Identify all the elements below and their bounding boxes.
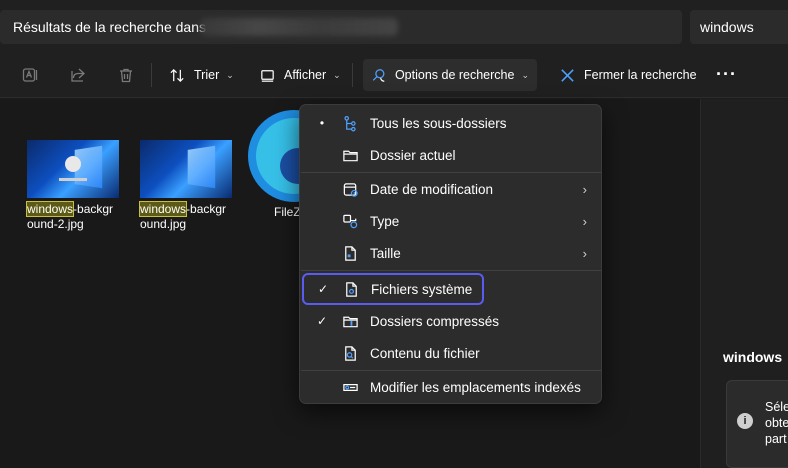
menu-item-file-contents[interactable]: Contenu du fichier [300,337,603,369]
address-bar[interactable]: Résultats de la recherche dans [0,10,682,44]
rename-icon[interactable] [19,64,41,86]
check-icon: ✓ [317,282,329,296]
command-bar: Trier ⌄ Afficher ⌄ Options de recherche … [0,52,788,98]
menu-item-system-files[interactable]: ✓ Fichiers système [302,273,484,305]
toolbar-separator [151,63,152,87]
selected-dot: • [319,116,325,130]
info-icon: i [737,413,753,429]
menu-item-type[interactable]: Type › [300,205,603,237]
sort-icon [170,68,184,82]
system-file-icon [342,280,360,298]
menu-item-compressed-folders[interactable]: ✓ Dossiers compressés [300,305,603,337]
type-icon [341,212,359,230]
file-name: windows-background.jpg [138,201,227,231]
menu-item-size[interactable]: Taille › [300,237,603,269]
view-button[interactable]: Afficher ⌄ [251,59,349,91]
chevron-down-icon: ⌄ [226,69,234,80]
file-size-icon [341,244,359,262]
menu-separator [301,270,602,271]
menu-item-date-modified[interactable]: Date de modification › [300,173,603,205]
file-name: FileZ [274,205,301,219]
info-text: Séle obte part [765,400,788,446]
close-search-button[interactable]: Fermer la recherche [551,59,705,91]
address-row: Résultats de la recherche dans windows [0,0,788,52]
calendar-icon [341,180,359,198]
share-icon[interactable] [67,64,89,86]
chevron-right-icon: › [582,245,587,261]
close-icon [561,68,574,82]
file-name: windows-background-2.jpg [25,201,114,231]
info-box: i Séle obte part [726,380,788,468]
file-tile[interactable]: windows-background-2.jpg [25,140,119,232]
file-content-icon [341,344,359,362]
menu-item-indexed-locations[interactable]: Modifier les emplacements indexés [300,371,603,403]
file-tile[interactable]: windows-background.jpg [138,140,232,232]
view-label: Afficher [284,68,327,82]
search-input[interactable]: windows [690,10,788,44]
more-options-button[interactable]: ··· [716,64,737,85]
redacted-path [200,18,398,36]
search-options-icon [372,68,385,82]
index-icon [341,378,359,396]
chevron-down-icon: ⌄ [521,69,529,80]
search-highlight: windows [25,201,75,217]
menu-item-all-subfolders[interactable]: • Tous les sous-dossiers [300,107,603,139]
zip-folder-icon [341,312,359,330]
sort-button[interactable]: Trier ⌄ [161,59,242,91]
chevron-right-icon: › [582,213,587,229]
check-icon: ✓ [316,314,328,328]
address-prefix: Résultats de la recherche dans [13,19,206,35]
search-highlight: windows [138,201,188,217]
sort-label: Trier [194,68,220,82]
thumbnail [140,140,232,198]
search-options-button[interactable]: Options de recherche ⌄ [363,59,537,91]
subfolders-icon [341,114,359,132]
thumbnail [27,140,119,198]
delete-icon[interactable] [115,64,137,86]
details-pane: windows i Séle obte part [700,99,788,468]
view-icon [261,69,274,82]
search-options-menu: • Tous les sous-dossiers Dossier actuel … [299,104,602,404]
search-options-label: Options de recherche [394,68,515,82]
menu-item-current-folder[interactable]: Dossier actuel [300,139,603,171]
search-value: windows [700,19,754,35]
chevron-down-icon: ⌄ [333,69,341,80]
folder-icon [341,146,359,164]
chevron-right-icon: › [582,181,587,197]
toolbar-separator [352,63,353,87]
close-search-label: Fermer la recherche [584,68,697,82]
details-title: windows [723,349,783,365]
